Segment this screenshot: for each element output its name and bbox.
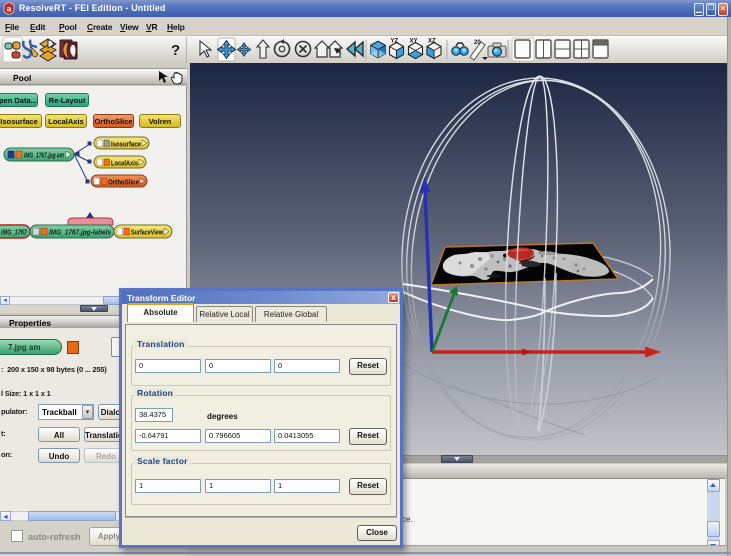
- svg-text:OrthoSlice: OrthoSlice: [108, 180, 139, 187]
- svg-text:LocalAxis: LocalAxis: [111, 161, 138, 168]
- svg-text:YZ: YZ: [391, 39, 399, 45]
- svg-text:IMG_1767.jpg-labels: IMG_1767.jpg-labels: [49, 230, 111, 237]
- svg-text:IMG_1767: IMG_1767: [1, 230, 28, 237]
- svg-text:20: 20: [474, 40, 481, 46]
- svg-text:IMG_1767.jpg am: IMG_1767.jpg am: [24, 153, 64, 160]
- svg-text:Isosurface: Isosurface: [111, 142, 141, 149]
- svg-text:a: a: [7, 5, 12, 14]
- svg-text:?: ?: [171, 42, 180, 59]
- svg-text:XZ: XZ: [428, 39, 436, 45]
- svg-text:SurfaceView: SurfaceView: [131, 230, 163, 237]
- svg-text:XY: XY: [410, 39, 418, 45]
